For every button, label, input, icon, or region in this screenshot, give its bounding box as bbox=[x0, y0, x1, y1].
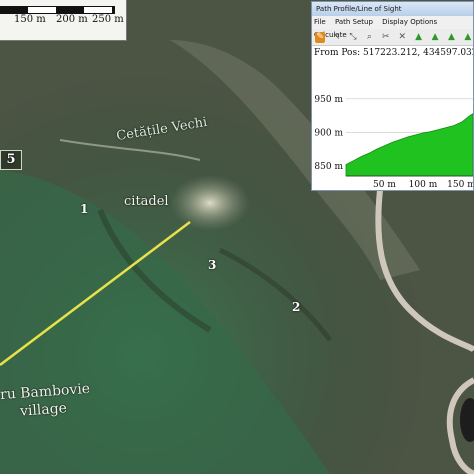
chart-icon[interactable]: ▲ bbox=[446, 32, 456, 43]
map-label-citadel: citadel bbox=[124, 194, 169, 209]
profile-chart: 850 m 900 m 950 m 50 m 100 m 150 m bbox=[314, 95, 473, 190]
path-icon[interactable]: ⤡ bbox=[348, 32, 358, 43]
scale-label-250: 250 m bbox=[92, 14, 124, 25]
scale-bar: 150 m 200 m 250 m bbox=[0, 0, 127, 41]
path-profile-window[interactable]: Path Profile/Line of Sight File Path Set… bbox=[311, 1, 474, 191]
close-icon[interactable]: ✕ bbox=[397, 32, 407, 43]
window-title[interactable]: Path Profile/Line of Sight bbox=[312, 2, 473, 16]
toolbar: ✎ ↖ ⤡ ⌕ ✂ ✕ ▲ ▲ ▲ ▲ bbox=[312, 29, 473, 46]
profile-tool-icon[interactable]: ✎ bbox=[315, 31, 326, 43]
marker-2: 2 bbox=[292, 300, 301, 314]
profile-area bbox=[345, 113, 473, 177]
map-label-village-2: village bbox=[19, 400, 68, 420]
y-tick-label: 850 m bbox=[314, 162, 343, 172]
x-tick-label: 150 m bbox=[447, 180, 473, 190]
marker-1: 1 bbox=[80, 202, 89, 216]
arrow-icon[interactable]: ↖ bbox=[331, 32, 341, 43]
chart-icon[interactable]: ▲ bbox=[430, 32, 440, 43]
x-tick-label: 100 m bbox=[409, 180, 438, 190]
scale-bar-graphic bbox=[0, 6, 115, 14]
marker-3: 3 bbox=[208, 258, 217, 272]
cut-icon[interactable]: ✂ bbox=[381, 32, 391, 43]
marker-5: 5 bbox=[0, 150, 22, 170]
chart-icon[interactable]: ▲ bbox=[413, 32, 423, 43]
zoom-icon[interactable]: ⌕ bbox=[364, 32, 374, 43]
y-tick-label: 950 m bbox=[314, 95, 343, 105]
menu-display-options[interactable]: Display Options bbox=[382, 18, 437, 26]
x-tick-label: 50 m bbox=[373, 180, 396, 190]
from-position: From Pos: 517223.212, 434597.032 To P bbox=[314, 48, 473, 58]
chart-icon[interactable]: ▲ bbox=[463, 32, 473, 43]
menu-bar: File Path Setup Display Options Calculat… bbox=[312, 16, 473, 39]
y-tick-label: 900 m bbox=[314, 128, 343, 138]
scale-label-150: 150 m bbox=[14, 14, 46, 25]
scale-label-200: 200 m bbox=[56, 14, 88, 25]
menu-path-setup[interactable]: Path Setup bbox=[335, 18, 373, 26]
menu-file[interactable]: File bbox=[314, 18, 326, 26]
